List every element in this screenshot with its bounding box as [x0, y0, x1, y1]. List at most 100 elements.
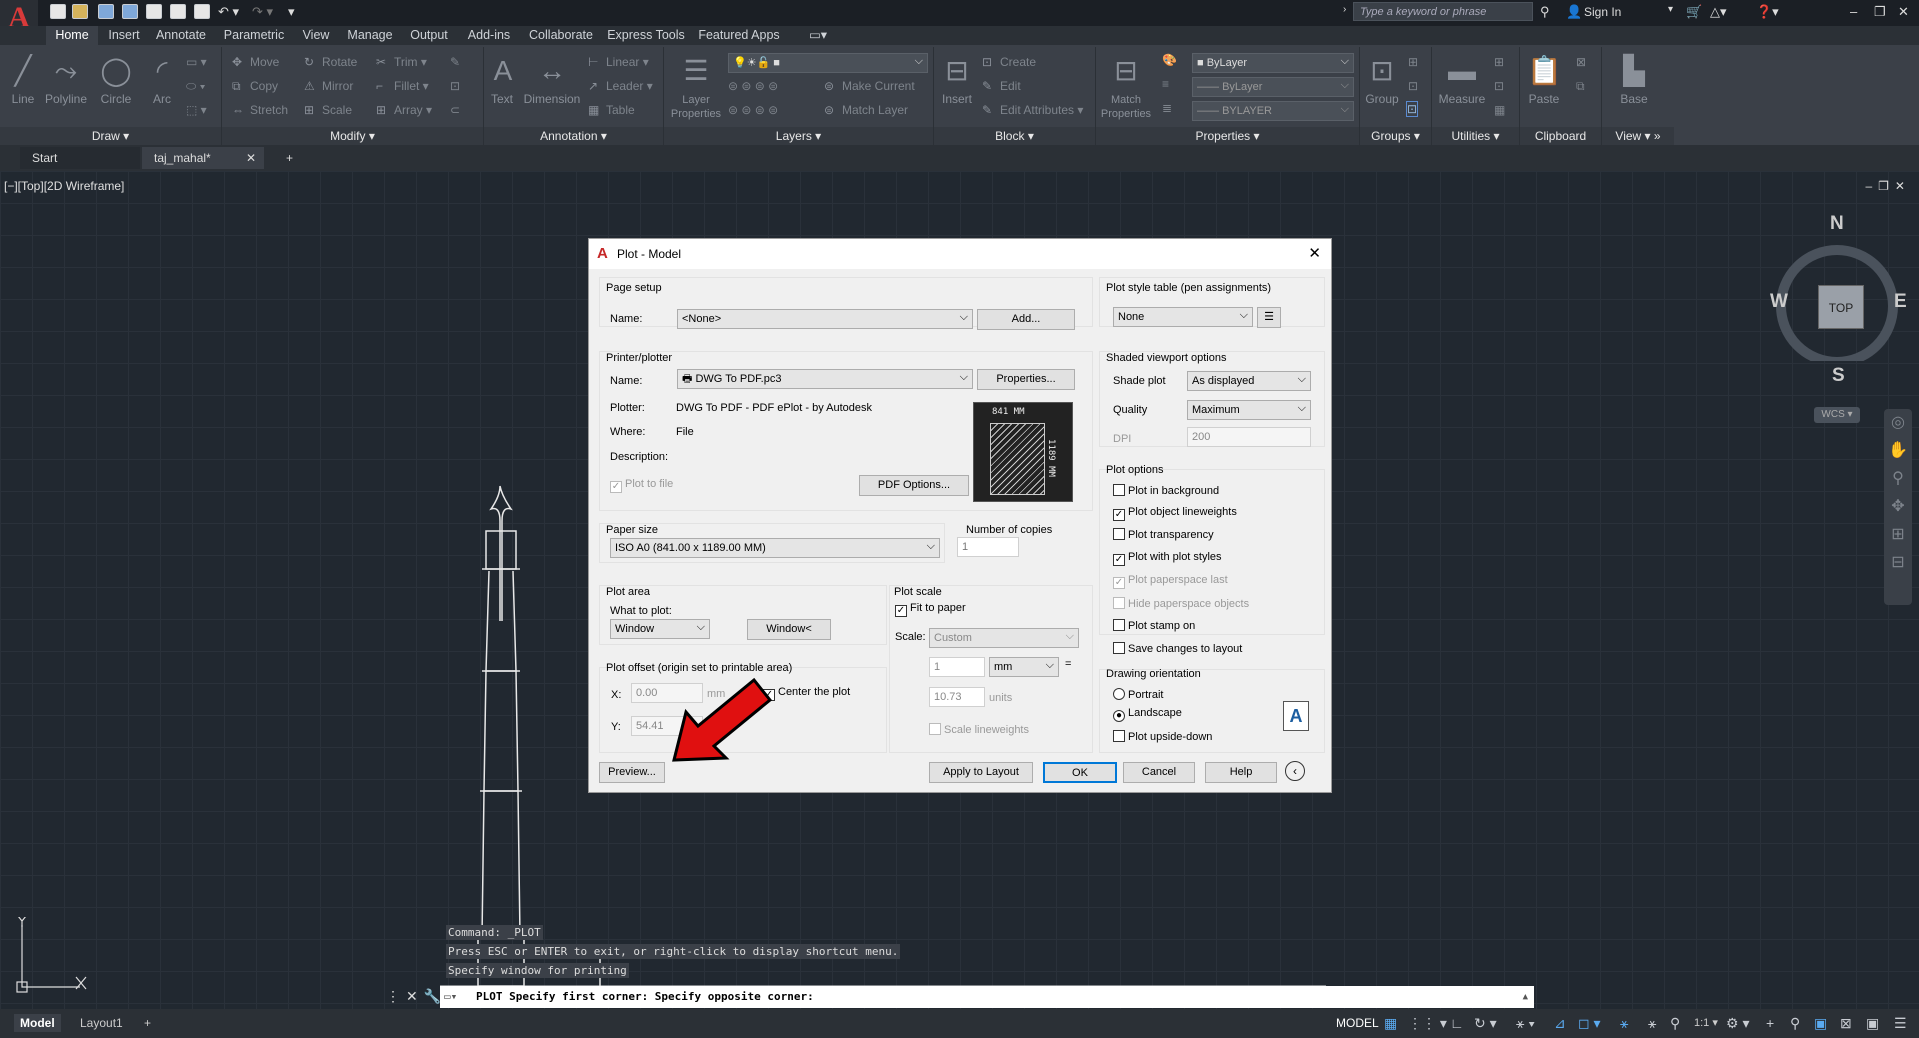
plot-style-edit-button[interactable]: ☰: [1257, 307, 1281, 328]
panel-title-block[interactable]: Block ▾: [934, 127, 1095, 145]
cancel-button[interactable]: Cancel: [1123, 762, 1195, 783]
isolate-objects-icon[interactable]: ⚲: [1790, 1015, 1800, 1032]
tab-annotate[interactable]: Annotate: [150, 26, 212, 45]
new-icon[interactable]: [50, 4, 66, 19]
compass-east[interactable]: E: [1894, 291, 1907, 313]
tab-view[interactable]: View: [296, 26, 336, 45]
scale-units-input[interactable]: 10.73: [929, 687, 985, 707]
panel-title-clipboard[interactable]: Clipboard: [1520, 127, 1601, 145]
save-changes-to-layout-checkbox[interactable]: Save changes to layout: [1113, 642, 1242, 656]
linear-button[interactable]: ⊢ Linear ▾: [588, 55, 649, 69]
leader-button[interactable]: ↗ Leader ▾: [588, 79, 653, 93]
collapse-options-icon[interactable]: ‹: [1285, 761, 1305, 781]
group-button[interactable]: ⊡ Group: [1362, 53, 1402, 106]
compass-north[interactable]: N: [1830, 213, 1844, 235]
insert-button[interactable]: ⊟ Insert: [938, 53, 976, 106]
command-prompt-icon[interactable]: ▭▾: [444, 986, 457, 1008]
customize-qat-icon[interactable]: ▾: [288, 4, 295, 20]
base-button[interactable]: ▙ Base: [1612, 53, 1656, 106]
quick-select-icon[interactable]: ⊞: [1494, 55, 1504, 69]
plot-with-plot-styles-checkbox[interactable]: ✓ Plot with plot styles: [1113, 551, 1222, 566]
boundary-icon[interactable]: ⬚ ▾: [186, 103, 207, 117]
tab-featured-apps[interactable]: Featured Apps: [694, 26, 784, 45]
portrait-radio[interactable]: Portrait: [1113, 688, 1163, 702]
linetype-dropdown[interactable]: —— ByLayer: [1192, 77, 1354, 97]
plot-upside-down-checkbox[interactable]: Plot upside-down: [1113, 730, 1212, 744]
ribbon-display-icon[interactable]: ▭▾: [806, 26, 830, 45]
apply-to-layout-button[interactable]: Apply to Layout: [929, 762, 1033, 783]
command-line-tools[interactable]: ⋮✕🔧: [386, 988, 447, 1005]
osnap-tracking-icon[interactable]: ⊿: [1554, 1015, 1566, 1032]
ungroup-icon[interactable]: ⊞: [1408, 55, 1418, 69]
tab-close-icon[interactable]: ✕: [246, 147, 256, 169]
customization-menu-icon[interactable]: ☰: [1894, 1015, 1907, 1032]
tab-home[interactable]: Home: [46, 26, 98, 45]
scale-button[interactable]: ⊞ Scale: [304, 103, 352, 117]
color-wheel-icon[interactable]: 🎨: [1162, 53, 1177, 67]
panel-title-modify[interactable]: Modify ▾: [222, 127, 483, 145]
scale-dropdown[interactable]: Custom: [929, 628, 1079, 648]
copy-clip-icon[interactable]: ⧉: [1576, 79, 1585, 94]
graphics-perf-icon[interactable]: ▣: [1866, 1015, 1879, 1032]
printer-dropdown[interactable]: 🖶 DWG To PDF.pc3: [677, 369, 973, 389]
plot-stamp-on-checkbox[interactable]: Plot stamp on: [1113, 619, 1195, 633]
page-setup-add-button[interactable]: Add...: [977, 309, 1075, 330]
scale-lineweights-checkbox[interactable]: Scale lineweights: [929, 723, 1029, 737]
clean-screen-icon[interactable]: ⊠: [1840, 1015, 1852, 1032]
circle-button[interactable]: ◯ Circle: [96, 53, 136, 106]
dpi-input[interactable]: 200: [1187, 427, 1311, 447]
layer-tools-row1[interactable]: ⊜ ⊜ ⊜ ⊜: [728, 79, 778, 93]
fillet-button[interactable]: ⌐ Fillet ▾: [376, 79, 429, 93]
panel-title-groups[interactable]: Groups ▾: [1360, 127, 1431, 145]
rotate-button[interactable]: ↻ Rotate: [304, 55, 357, 69]
copy-button[interactable]: ⧉ Copy: [232, 79, 278, 94]
hatch-icon[interactable]: ⬭ ▾: [186, 79, 205, 94]
sign-in-link[interactable]: Sign In: [1584, 5, 1621, 19]
annotation-monitor-icon[interactable]: +: [1766, 1015, 1774, 1031]
save-icon[interactable]: [98, 4, 114, 19]
new-tab-button[interactable]: +: [274, 147, 298, 169]
add-layout-button[interactable]: +: [138, 1014, 157, 1032]
viewcube-top[interactable]: TOP: [1818, 285, 1864, 329]
stretch-button[interactable]: ⇔ Stretch: [232, 103, 288, 117]
close-icon[interactable]: ✕: [1898, 4, 1909, 20]
layer-properties-button[interactable]: ☰ Layer Properties: [668, 53, 724, 120]
page-setup-dropdown[interactable]: <None>: [677, 309, 973, 329]
move-button[interactable]: ✥ Move: [232, 55, 279, 69]
calculator-icon[interactable]: ▦: [1494, 103, 1505, 117]
tab-manage[interactable]: Manage: [342, 26, 398, 45]
plot-paperspace-last-checkbox[interactable]: ✓ Plot paperspace last: [1113, 574, 1228, 589]
hardware-acceleration-icon[interactable]: ▣: [1814, 1015, 1827, 1032]
sign-in-dropdown-icon[interactable]: ▾: [1668, 4, 1673, 15]
tab-add-ins[interactable]: Add-ins: [460, 26, 518, 45]
ortho-icon[interactable]: ∟: [1450, 1015, 1464, 1031]
offset-icon[interactable]: ⊂: [450, 103, 460, 117]
create-block-button[interactable]: ⊡ Create: [982, 55, 1036, 69]
explode-icon[interactable]: ⊡: [450, 79, 460, 93]
pdf-options-button[interactable]: PDF Options...: [859, 475, 969, 496]
layout1-tab[interactable]: Layout1: [74, 1014, 129, 1032]
compass-south[interactable]: S: [1832, 365, 1845, 387]
measure-button[interactable]: ▬ Measure: [1436, 53, 1488, 106]
scale-paper-input[interactable]: 1: [929, 657, 985, 677]
workspace-gear-icon[interactable]: ⚙ ▾: [1726, 1015, 1749, 1032]
model-space-button[interactable]: MODEL: [1330, 1014, 1385, 1032]
layer-dropdown[interactable]: 💡☀🔓 ■: [728, 53, 928, 73]
plot-transparency-checkbox[interactable]: Plot transparency: [1113, 528, 1214, 542]
isodraft-icon[interactable]: ⚹ ▾: [1516, 1015, 1535, 1032]
trim-button[interactable]: ✂ Trim ▾: [376, 55, 427, 69]
what-to-plot-dropdown[interactable]: Window: [610, 619, 710, 639]
wcs-menu[interactable]: WCS ▾: [1814, 407, 1860, 423]
quality-dropdown[interactable]: Maximum: [1187, 400, 1311, 420]
panel-title-view[interactable]: View ▾ »: [1602, 127, 1674, 145]
array-button[interactable]: ⊞ Array ▾: [376, 103, 432, 117]
lineweight-icon[interactable]: ≣: [1162, 101, 1172, 115]
polyline-button[interactable]: ⤳ Polyline: [42, 53, 90, 106]
open-from-web-icon[interactable]: [146, 4, 162, 19]
mirror-button[interactable]: ⚠ Mirror: [304, 79, 353, 93]
polar-icon[interactable]: ↻ ▾: [1474, 1015, 1497, 1032]
tab-express-tools[interactable]: Express Tools: [604, 26, 688, 45]
arc-button[interactable]: ◜ Arc: [142, 53, 182, 106]
match-properties-button[interactable]: ⊟ Match Properties: [1100, 53, 1152, 120]
panel-title-layers[interactable]: Layers ▾: [664, 127, 933, 145]
